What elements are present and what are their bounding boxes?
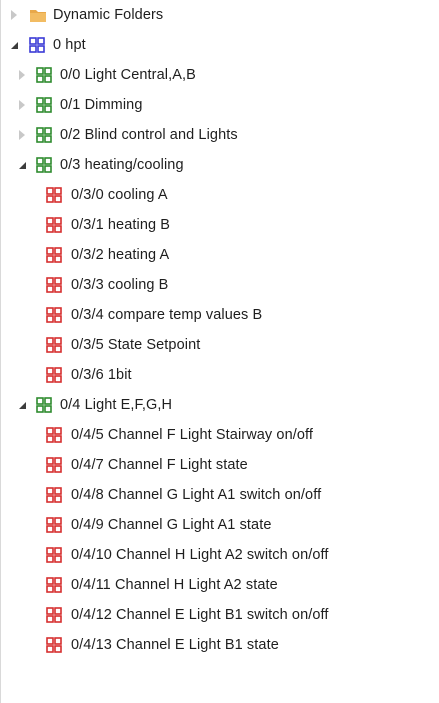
tree-item-middle-group[interactable]: 0/2 Blind control and Lights bbox=[0, 120, 439, 150]
tree-item-label: 0/4/5 Channel F Light Stairway on/off bbox=[71, 427, 314, 443]
tree-item-label: 0/3 heating/cooling bbox=[60, 157, 184, 173]
middle-group-icon bbox=[36, 127, 52, 143]
tree-item-middle-group[interactable]: 0/3 heating/cooling bbox=[0, 150, 439, 180]
tree-item-label: 0/1 Dimming bbox=[60, 97, 143, 113]
tree-item-group-address[interactable]: 0/3/1 heating B bbox=[0, 210, 439, 240]
tree-item-label: 0/4/11 Channel H Light A2 state bbox=[71, 577, 278, 593]
group-address-icon bbox=[46, 607, 62, 623]
middle-group-icon bbox=[36, 157, 52, 173]
tree-item-group-address[interactable]: 0/3/6 1bit bbox=[0, 360, 439, 390]
tree-item-dynamic-folders[interactable]: Dynamic Folders bbox=[0, 0, 439, 30]
tree-item-group-address[interactable]: 0/4/8 Channel G Light A1 switch on/off bbox=[0, 480, 439, 510]
expand-arrow-icon[interactable] bbox=[17, 130, 27, 140]
collapse-arrow-icon[interactable] bbox=[9, 40, 19, 50]
group-address-icon bbox=[46, 307, 62, 323]
folder-icon bbox=[29, 7, 46, 23]
collapse-arrow-icon[interactable] bbox=[17, 400, 27, 410]
tree-item-label: Dynamic Folders bbox=[53, 7, 164, 23]
tree-item-group-address[interactable]: 0/3/2 heating A bbox=[0, 240, 439, 270]
expand-arrow-icon[interactable] bbox=[9, 10, 19, 20]
tree-item-label: 0/3/4 compare temp values B bbox=[71, 307, 263, 323]
tree-item-group-address[interactable]: 0/4/13 Channel E Light B1 state bbox=[0, 630, 439, 660]
group-address-icon bbox=[46, 577, 62, 593]
group-address-tree: Dynamic Folders 0 hpt 0/0 Light Central,… bbox=[0, 0, 439, 660]
tree-item-group-address[interactable]: 0/4/9 Channel G Light A1 state bbox=[0, 510, 439, 540]
tree-item-label: 0/3/3 cooling B bbox=[71, 277, 169, 293]
tree-item-label: 0/4/10 Channel H Light A2 switch on/off bbox=[71, 547, 329, 563]
tree-item-label: 0/3/5 State Setpoint bbox=[71, 337, 201, 353]
tree-item-label: 0/3/0 cooling A bbox=[71, 187, 168, 203]
middle-group-icon bbox=[36, 97, 52, 113]
tree-item-group-address[interactable]: 0/3/3 cooling B bbox=[0, 270, 439, 300]
expand-arrow-icon[interactable] bbox=[17, 70, 27, 80]
group-address-icon bbox=[46, 637, 62, 653]
tree-item-label: 0/3/2 heating A bbox=[71, 247, 170, 263]
group-address-icon bbox=[46, 427, 62, 443]
group-address-icon bbox=[46, 367, 62, 383]
group-address-icon bbox=[46, 187, 62, 203]
tree-item-group-address[interactable]: 0/4/5 Channel F Light Stairway on/off bbox=[0, 420, 439, 450]
tree-item-group-address[interactable]: 0/3/4 compare temp values B bbox=[0, 300, 439, 330]
tree-item-label: 0/4/8 Channel G Light A1 switch on/off bbox=[71, 487, 322, 503]
group-address-icon bbox=[46, 457, 62, 473]
group-address-icon bbox=[46, 487, 62, 503]
tree-item-main-group[interactable]: 0 hpt bbox=[0, 30, 439, 60]
group-address-icon bbox=[46, 247, 62, 263]
tree-item-group-address[interactable]: 0/3/0 cooling A bbox=[0, 180, 439, 210]
tree-item-label: 0/4 Light E,F,G,H bbox=[60, 397, 173, 413]
group-address-icon bbox=[46, 217, 62, 233]
group-address-icon bbox=[46, 547, 62, 563]
tree-item-middle-group[interactable]: 0/4 Light E,F,G,H bbox=[0, 390, 439, 420]
tree-item-group-address[interactable]: 0/4/11 Channel H Light A2 state bbox=[0, 570, 439, 600]
middle-group-icon bbox=[36, 67, 52, 83]
tree-item-label: 0/4/7 Channel F Light state bbox=[71, 457, 248, 473]
tree-item-label: 0 hpt bbox=[53, 37, 86, 53]
group-address-icon bbox=[46, 517, 62, 533]
middle-group-icon bbox=[36, 397, 52, 413]
tree-item-group-address[interactable]: 0/4/7 Channel F Light state bbox=[0, 450, 439, 480]
tree-item-group-address[interactable]: 0/4/12 Channel E Light B1 switch on/off bbox=[0, 600, 439, 630]
group-address-icon bbox=[46, 277, 62, 293]
collapse-arrow-icon[interactable] bbox=[17, 160, 27, 170]
tree-item-middle-group[interactable]: 0/0 Light Central,A,B bbox=[0, 60, 439, 90]
tree-item-label: 0/4/13 Channel E Light B1 state bbox=[71, 637, 279, 653]
group-address-icon bbox=[46, 337, 62, 353]
tree-item-label: 0/4/9 Channel G Light A1 state bbox=[71, 517, 272, 533]
tree-item-label: 0/3/1 heating B bbox=[71, 217, 171, 233]
tree-item-group-address[interactable]: 0/4/10 Channel H Light A2 switch on/off bbox=[0, 540, 439, 570]
tree-item-label: 0/0 Light Central,A,B bbox=[60, 67, 196, 83]
tree-item-middle-group[interactable]: 0/1 Dimming bbox=[0, 90, 439, 120]
tree-item-label: 0/2 Blind control and Lights bbox=[60, 127, 238, 143]
main-group-icon bbox=[29, 37, 45, 53]
expand-arrow-icon[interactable] bbox=[17, 100, 27, 110]
tree-item-label: 0/4/12 Channel E Light B1 switch on/off bbox=[71, 607, 329, 623]
tree-item-label: 0/3/6 1bit bbox=[71, 367, 132, 383]
tree-item-group-address[interactable]: 0/3/5 State Setpoint bbox=[0, 330, 439, 360]
